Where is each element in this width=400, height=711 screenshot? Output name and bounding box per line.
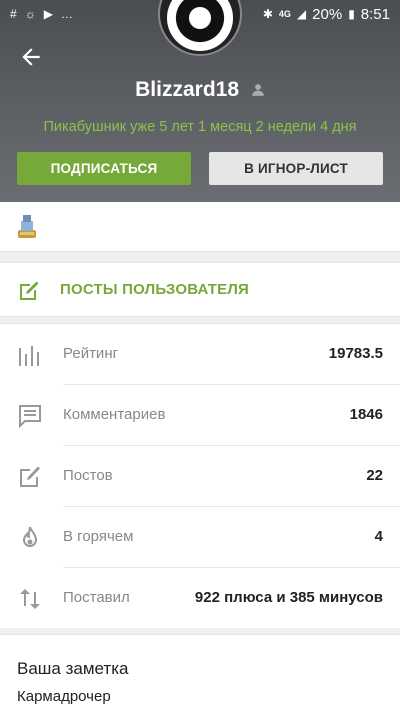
subscribe-button[interactable]: ПОДПИСАТЬСЯ [17, 152, 191, 185]
weather-icon: ☼ [24, 7, 36, 21]
stat-rating: Рейтинг 19783.5 [0, 324, 400, 385]
stat-value: 1846 [349, 406, 383, 423]
edit-icon [20, 281, 39, 300]
award-icon[interactable] [16, 214, 38, 240]
back-arrow-icon[interactable] [18, 44, 44, 70]
swap-vertical-icon [20, 589, 40, 609]
user-note[interactable]: Ваша заметка Кармадрочер [0, 634, 400, 711]
ignore-list-button[interactable]: В ИГНОР-ЛИСТ [209, 152, 383, 185]
username-text: Blizzard18 [135, 78, 240, 101]
hashtag-icon: # [10, 7, 17, 21]
note-title: Ваша заметка [17, 659, 129, 678]
battery-icon: ▮ [348, 7, 355, 21]
status-bar: # ☼ ▶ … ✱ 4G ◢ 20% ▮ 8:51 [0, 0, 400, 28]
comment-icon [19, 405, 41, 429]
bar-chart-icon [19, 346, 39, 366]
stat-value: 4 [374, 528, 383, 545]
stat-label: Рейтинг [63, 345, 119, 362]
stat-label: В горячем [63, 528, 134, 545]
clock: 8:51 [360, 5, 390, 23]
stat-hot: В горячем 4 [0, 507, 400, 568]
bluetooth-icon: ✱ [262, 7, 273, 21]
stats-list: Рейтинг 19783.5 Комментариев 1846 Постов… [0, 323, 400, 628]
fire-icon [22, 526, 38, 547]
edit-icon [20, 466, 40, 487]
youtube-icon: ▶ [43, 7, 53, 21]
network-type: 4G [278, 9, 291, 19]
signal-icon: ◢ [296, 7, 307, 21]
stat-votes: Поставил 922 плюса и 385 минусов [0, 568, 400, 629]
user-posts-link[interactable]: ПОСТЫ ПОЛЬЗОВАТЕЛЯ [0, 262, 400, 317]
awards-row [0, 202, 400, 252]
stat-value: 22 [366, 467, 383, 484]
user-icon [252, 84, 264, 97]
username: Blizzard18 [0, 78, 400, 102]
profile-header: # ☼ ▶ … ✱ 4G ◢ 20% ▮ 8:51 Blizzard18 Пик… [0, 0, 400, 202]
more-notifications-icon: … [60, 7, 73, 21]
note-text: Кармадрочер [17, 688, 111, 705]
battery-level: 20% [312, 5, 343, 23]
stat-label: Комментариев [63, 406, 166, 423]
stat-value: 922 плюса и 385 минусов [194, 589, 383, 606]
user-posts-label: ПОСТЫ ПОЛЬЗОВАТЕЛЯ [60, 281, 250, 298]
stat-label: Поставил [63, 589, 130, 606]
stat-label: Постов [63, 467, 113, 484]
stat-value: 19783.5 [328, 345, 383, 362]
stat-posts: Постов 22 [0, 446, 400, 507]
stat-comments: Комментариев 1846 [0, 385, 400, 446]
member-since: Пикабушник уже 5 лет 1 месяц 2 недели 4 … [43, 119, 357, 135]
